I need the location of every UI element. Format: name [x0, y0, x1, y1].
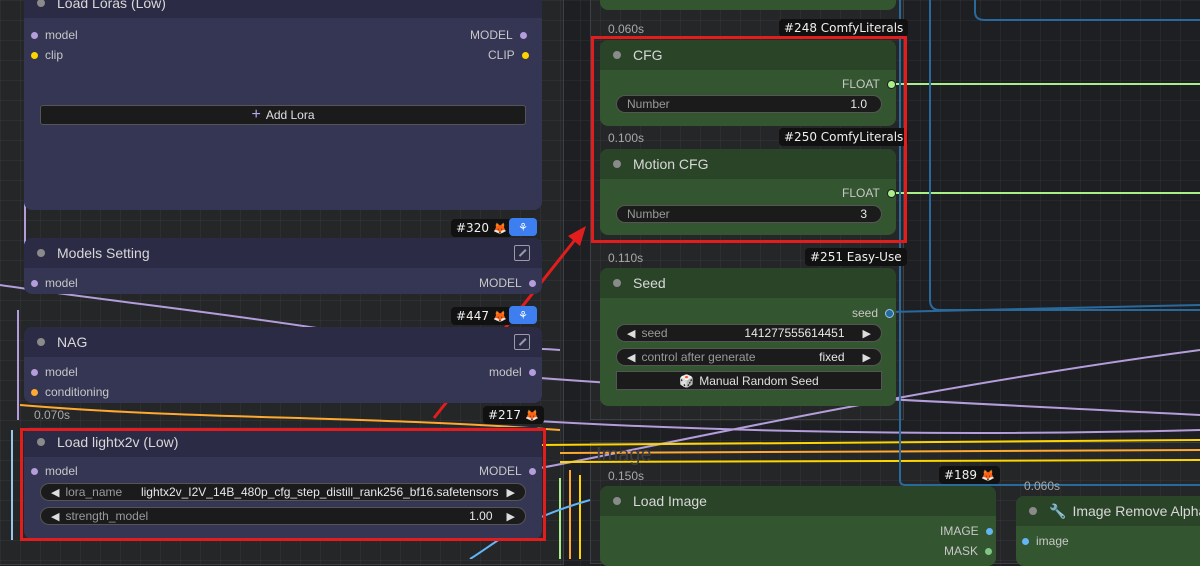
exec-time: 0.060s — [608, 22, 645, 36]
output-clip[interactable]: CLIP — [488, 48, 529, 62]
expand-icon[interactable] — [514, 245, 530, 261]
node-title: Seed — [633, 275, 666, 291]
fox-icon: 🦊 — [492, 309, 507, 323]
node-title: Load Image — [633, 493, 707, 509]
right-arrow-icon: ▶ — [862, 351, 871, 364]
node-id-badge: #447 🦊 — [451, 307, 512, 325]
collapse-dot[interactable] — [37, 0, 45, 7]
fox-icon: 🦊 — [524, 408, 539, 422]
output-model[interactable]: MODEL — [479, 276, 536, 290]
manual-random-seed-button[interactable]: 🎲 Manual Random Seed — [616, 371, 882, 390]
node-header[interactable]: Seed — [600, 268, 896, 298]
node-id-badge: #189 🦊 — [939, 466, 1000, 484]
plus-icon: + — [251, 106, 261, 123]
node-title: Image Remove Alpha — [1072, 503, 1200, 519]
node-load-image[interactable]: Load Image — [600, 486, 996, 566]
collapse-dot[interactable] — [1029, 507, 1037, 515]
input-image[interactable]: image — [1022, 534, 1069, 548]
wrench-icon: 🔧 — [1049, 502, 1067, 519]
input-model[interactable]: model — [31, 28, 78, 42]
expand-icon[interactable] — [514, 334, 530, 350]
input-model[interactable]: model — [31, 276, 78, 290]
dice-icon: 🎲 — [679, 373, 695, 388]
node-title: Models Setting — [57, 245, 150, 261]
node-header[interactable]: Load Image — [600, 486, 996, 516]
node-image-remove-alpha[interactable]: 🔧 Image Remove Alpha — [1016, 496, 1200, 566]
node-header[interactable]: Load Loras (Low) — [24, 0, 542, 18]
input-clip[interactable]: clip — [31, 48, 63, 62]
node-id-badge: #251 Easy-Use — [805, 248, 907, 266]
fox-icon: 🦊 — [492, 221, 507, 235]
group-title-image: Image — [596, 444, 652, 466]
seed-number-input[interactable]: ◀ seed 141277555614451 ▶ — [616, 324, 882, 342]
node-id-badge: #320 🦊 — [451, 219, 512, 237]
exec-time: 0.150s — [608, 469, 645, 483]
highlight-box-lightx2v — [20, 428, 546, 541]
collapse-dot[interactable] — [37, 338, 45, 346]
node-top-stub[interactable] — [600, 0, 896, 10]
node-id-badge: #248 ComfyLiterals — [779, 19, 909, 37]
exec-time: 0.070s — [34, 408, 71, 422]
node-title: Load Loras (Low) — [57, 0, 166, 11]
output-model[interactable]: MODEL — [470, 28, 527, 42]
node-header[interactable]: 🔧 Image Remove Alpha — [1016, 496, 1200, 526]
input-model[interactable]: model — [31, 365, 78, 379]
exec-time: 0.060s — [1024, 479, 1061, 493]
collapse-dot[interactable] — [613, 497, 621, 505]
node-id-badge: #217 🦊 — [483, 406, 544, 424]
control-after-generate-combo[interactable]: ◀ control after generate fixed ▶ — [616, 348, 882, 366]
add-lora-button[interactable]: + Add Lora — [40, 105, 526, 125]
output-seed[interactable]: seed — [852, 306, 895, 320]
fox-icon: 🦊 — [980, 468, 995, 482]
node-models-setting[interactable]: Models Setting — [24, 238, 542, 294]
exec-time: 0.110s — [608, 251, 644, 265]
input-conditioning[interactable]: conditioning — [31, 385, 109, 399]
output-image[interactable]: IMAGE — [940, 524, 993, 538]
left-arrow-icon: ◀ — [627, 351, 636, 364]
node-title: NAG — [57, 334, 88, 350]
subgraph-icon[interactable]: ⚘ — [509, 218, 537, 236]
subgraph-icon[interactable]: ⚘ — [509, 306, 537, 324]
right-arrow-icon: ▶ — [862, 327, 871, 340]
output-model[interactable]: model — [489, 365, 536, 379]
highlight-box-cfg — [591, 36, 907, 243]
node-header[interactable]: NAG — [24, 327, 542, 357]
left-arrow-icon: ◀ — [627, 327, 636, 340]
output-mask[interactable]: MASK — [944, 544, 993, 558]
collapse-dot[interactable] — [613, 279, 621, 287]
collapse-dot[interactable] — [37, 249, 45, 257]
node-header[interactable]: Models Setting — [24, 238, 542, 268]
